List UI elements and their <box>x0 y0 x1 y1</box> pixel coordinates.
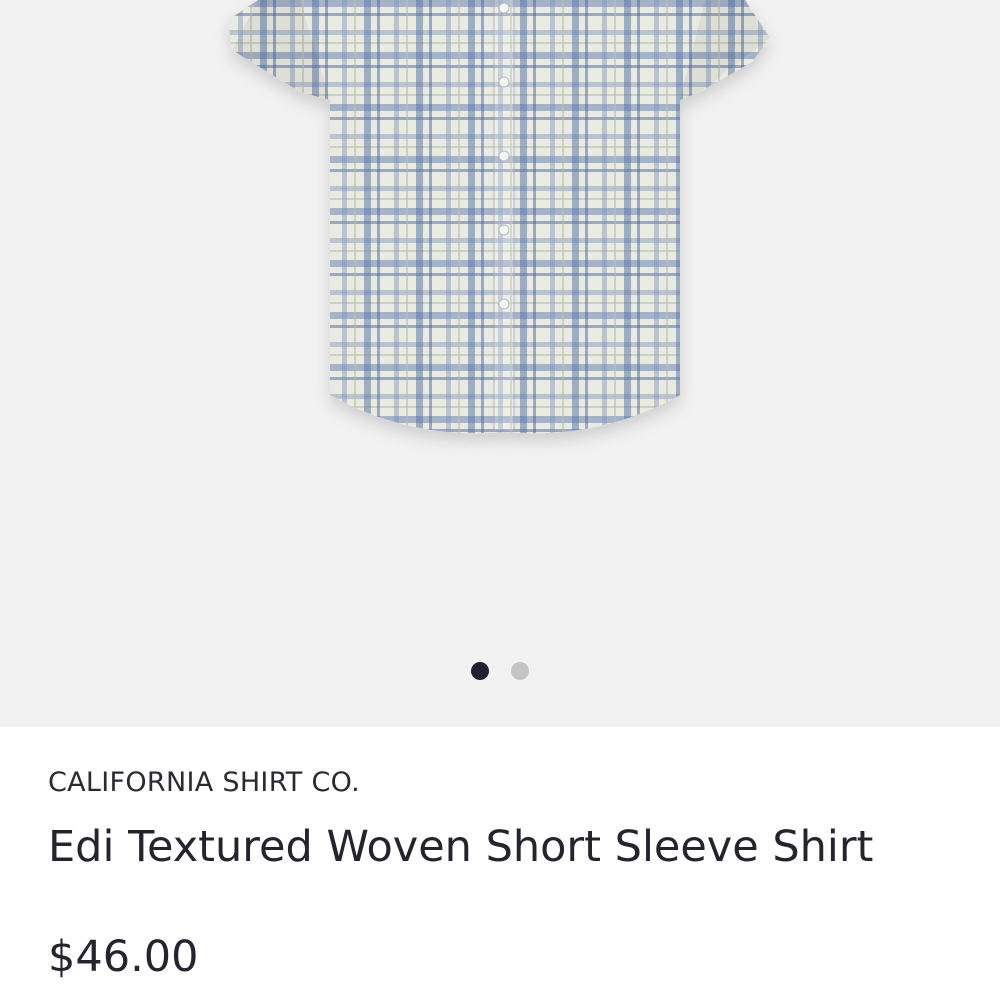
carousel-dot-1[interactable] <box>471 662 489 680</box>
product-image[interactable] <box>0 0 1000 727</box>
brand-name[interactable]: CALIFORNIA SHIRT CO. <box>48 767 360 798</box>
carousel-dot-2[interactable] <box>511 662 529 680</box>
product-price: $46.00 <box>48 932 199 982</box>
product-image-gallery[interactable] <box>0 0 1000 727</box>
product-title: Edi Textured Woven Short Sleeve Shirt <box>48 822 874 872</box>
carousel-dots <box>0 662 1000 680</box>
